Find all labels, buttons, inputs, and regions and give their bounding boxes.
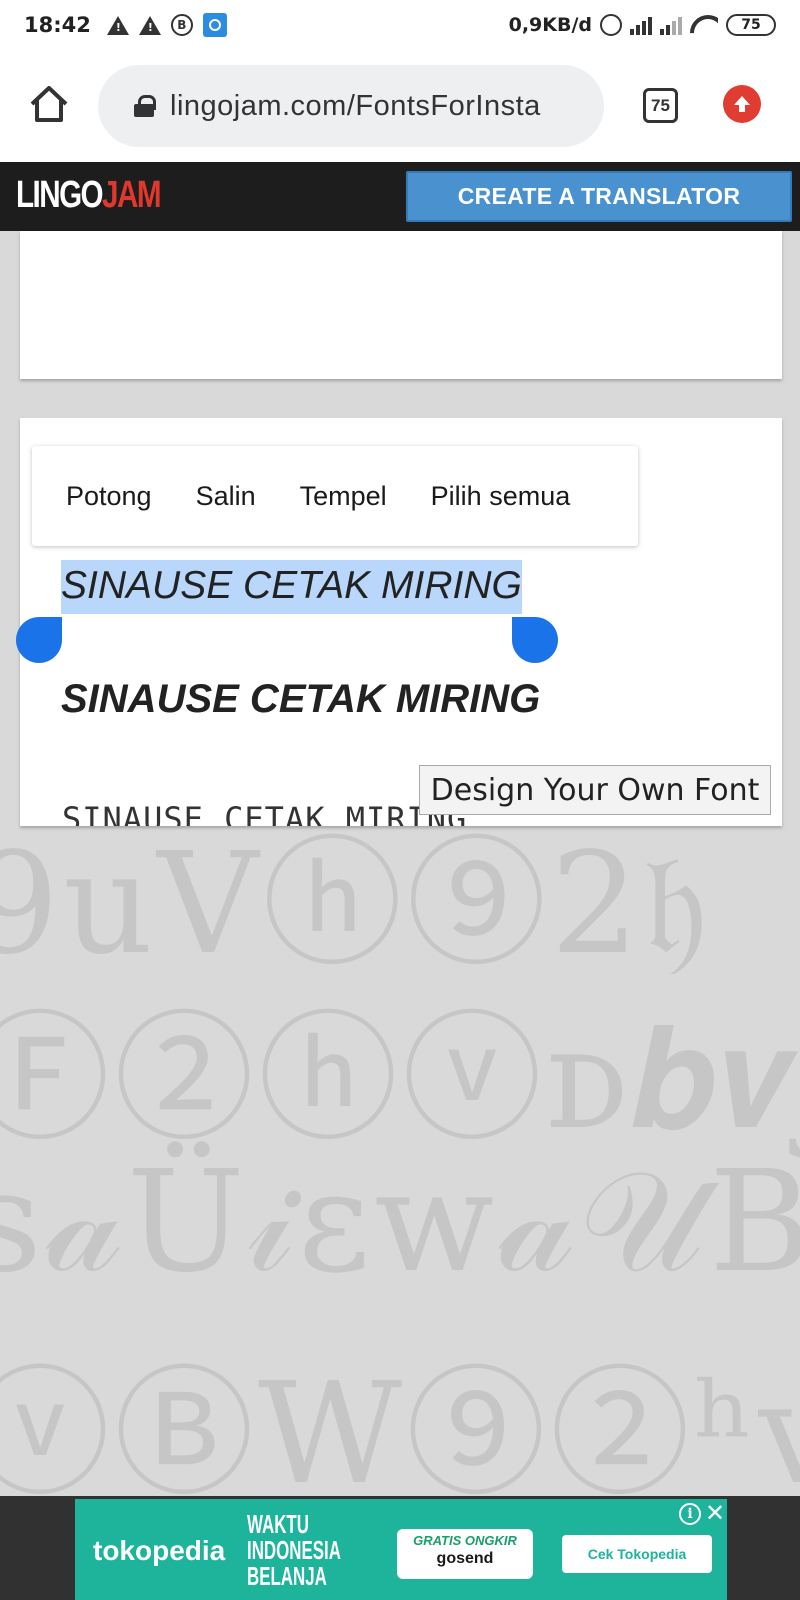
warning-icon: [106, 15, 129, 35]
warning-icon: [138, 15, 161, 35]
ad-promo-badge: GRATIS ONGKIR gosend: [397, 1529, 533, 1579]
input-card[interactable]: [20, 231, 782, 379]
ad-brand: tokopedia: [93, 1535, 226, 1566]
create-translator-button[interactable]: CREATE A TRANSLATOR: [406, 171, 792, 222]
url-text: lingojam.com/FontsForInsta: [170, 89, 541, 122]
lingojam-logo[interactable]: LINGOJAM: [16, 174, 162, 217]
notification-icons: B: [106, 13, 227, 37]
ad-headline: WAKTU INDONESIA BELANJA: [247, 1509, 341, 1591]
status-bar: 18:42 B 0,9KB/d 75: [0, 0, 800, 50]
ad-close-icon[interactable]: ✕: [703, 1500, 727, 1527]
tab-switcher-button[interactable]: 75: [643, 88, 678, 123]
lock-icon: [134, 95, 156, 117]
status-right: 0,9KB/d 75: [509, 14, 776, 36]
ad-banner-container: tokopedia WAKTU INDONESIA BELANJA GRATIS…: [0, 1496, 800, 1600]
browser-toolbar: lingojam.com/FontsForInsta 75: [0, 50, 800, 162]
menu-cut[interactable]: Potong: [66, 481, 152, 512]
menu-select-all[interactable]: Pilih semua: [431, 481, 571, 512]
wifi-icon: [690, 15, 718, 35]
background-glyph-row: ⓥⒷW⑨②ʰv⑨: [0, 1353, 800, 1496]
selection-handle-start[interactable]: [16, 617, 62, 663]
update-icon[interactable]: [723, 85, 761, 123]
background-glyph-row: Ⓕ②ⓗⓥᴅ𝒃𝒗j: [0, 998, 800, 1161]
menu-copy[interactable]: Salin: [196, 481, 256, 512]
battery-icon: 75: [726, 14, 776, 36]
text-context-menu: Potong Salin Tempel Pilih semua: [32, 446, 638, 546]
background-glyph-row: s𝒶Ü𝒾εw𝒶𝒰B: [0, 1141, 800, 1304]
output-bold-italic-line[interactable]: SINAUSE CETAK MIRING: [61, 677, 540, 722]
selected-text[interactable]: SINAUSE CETAK MIRING: [61, 560, 522, 614]
b-badge-icon: B: [170, 14, 193, 36]
signal-icon: [630, 15, 652, 35]
ad-banner[interactable]: tokopedia WAKTU INDONESIA BELANJA GRATIS…: [75, 1499, 727, 1600]
app-notification-icon: [202, 13, 227, 37]
output-mono-line[interactable]: SINAUSE CETAK MIRING: [62, 800, 467, 826]
design-your-own-font-button[interactable]: Design Your Own Font: [419, 765, 771, 815]
menu-paste[interactable]: Tempel: [300, 481, 387, 512]
status-time: 18:42: [24, 13, 91, 37]
alarm-icon: [600, 14, 622, 36]
site-header: LINGOJAM CREATE A TRANSLATOR: [0, 162, 800, 231]
ad-info-icon[interactable]: i: [679, 1503, 701, 1525]
output-italic-line[interactable]: SINAUSE CETAK MIRING: [61, 560, 522, 614]
signal-icon: [660, 15, 682, 35]
ad-cta-button[interactable]: Cek Tokopedia: [562, 1535, 712, 1573]
address-bar[interactable]: lingojam.com/FontsForInsta: [98, 65, 604, 147]
selection-handle-end[interactable]: [512, 617, 558, 663]
net-speed: 0,9KB/d: [508, 14, 592, 36]
home-icon[interactable]: [28, 84, 70, 124]
